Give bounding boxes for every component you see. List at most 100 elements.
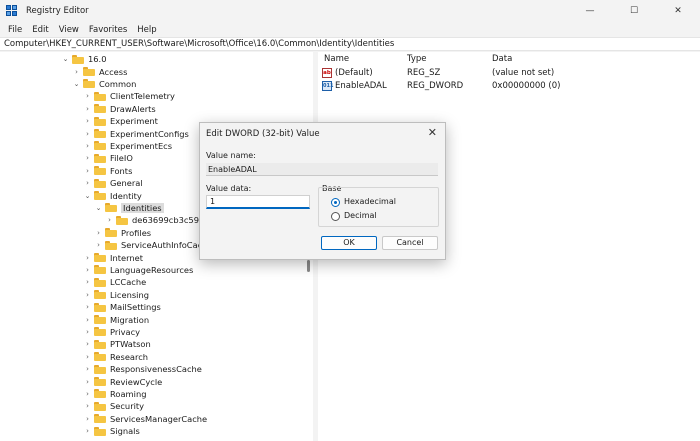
- chevron-right-icon[interactable]: ›: [83, 415, 92, 423]
- column-header-data[interactable]: Data: [492, 54, 512, 64]
- chevron-right-icon[interactable]: ›: [83, 266, 92, 274]
- chevron-right-icon[interactable]: ›: [83, 328, 92, 336]
- decimal-label[interactable]: Decimal: [344, 211, 377, 220]
- chevron-right-icon[interactable]: ›: [83, 316, 92, 324]
- ok-button[interactable]: OK: [321, 236, 377, 250]
- tree-item[interactable]: › ServicesManagerCache: [83, 413, 207, 425]
- tree-item[interactable]: › Migration: [83, 313, 149, 325]
- tree-item[interactable]: › Internet: [83, 251, 143, 263]
- tree-item[interactable]: › ExperimentConfigs: [83, 127, 189, 139]
- minimize-button[interactable]: —: [568, 0, 612, 22]
- chevron-right-icon[interactable]: ›: [83, 378, 92, 386]
- column-header-name[interactable]: Name: [324, 54, 349, 64]
- chevron-right-icon[interactable]: ›: [83, 130, 92, 138]
- tree-item-label: PTWatson: [110, 339, 151, 350]
- tree-scrollbar-thumb[interactable]: [307, 260, 310, 272]
- list-item[interactable]: ab (Default) REG_SZ (value not set): [318, 67, 700, 80]
- tree-item[interactable]: › LCCache: [83, 276, 146, 288]
- decimal-radio[interactable]: [331, 212, 340, 221]
- string-value-icon: ab: [322, 68, 332, 78]
- chevron-down-icon[interactable]: ⌄: [94, 204, 103, 212]
- folder-icon: [72, 54, 84, 64]
- address-path: Computer\HKEY_CURRENT_USER\Software\Micr…: [4, 39, 395, 49]
- dialog-title: Edit DWORD (32-bit) Value: [206, 129, 320, 139]
- tree-item[interactable]: › LanguageResources: [83, 264, 193, 276]
- chevron-right-icon[interactable]: ›: [83, 142, 92, 150]
- tree-item[interactable]: › General: [83, 177, 143, 189]
- tree-item-label: ServicesManagerCache: [110, 413, 208, 424]
- chevron-right-icon[interactable]: ›: [83, 167, 92, 175]
- chevron-right-icon[interactable]: ›: [83, 179, 92, 187]
- tree-item[interactable]: › Access: [72, 65, 127, 77]
- hexadecimal-label[interactable]: Hexadecimal: [344, 197, 396, 206]
- chevron-right-icon[interactable]: ›: [83, 154, 92, 162]
- tree-item[interactable]: › ClientTelemetry: [83, 90, 175, 102]
- chevron-right-icon[interactable]: ›: [83, 105, 92, 113]
- tree-item-label: Roaming: [110, 388, 147, 399]
- maximize-button[interactable]: ☐: [612, 0, 656, 22]
- tree-item[interactable]: › PTWatson: [83, 338, 151, 350]
- hexadecimal-radio[interactable]: [331, 198, 340, 207]
- chevron-right-icon[interactable]: ›: [83, 117, 92, 125]
- chevron-right-icon[interactable]: ›: [94, 229, 103, 237]
- chevron-down-icon[interactable]: ⌄: [61, 55, 70, 63]
- folder-icon: [94, 327, 106, 337]
- cancel-button[interactable]: Cancel: [382, 236, 438, 250]
- value-name-field: EnableADAL: [206, 163, 438, 176]
- tree-item[interactable]: › Security: [83, 400, 144, 412]
- tree-item[interactable]: › Experiment: [83, 115, 158, 127]
- tree-item[interactable]: › DrawAlerts: [83, 103, 156, 115]
- chevron-right-icon[interactable]: ›: [83, 278, 92, 286]
- chevron-right-icon[interactable]: ›: [83, 291, 92, 299]
- tree-item[interactable]: ⌄ Identity: [83, 189, 142, 201]
- tree-item[interactable]: ⌄ 16.0: [61, 53, 107, 65]
- chevron-right-icon[interactable]: ›: [83, 254, 92, 262]
- value-type: REG_SZ: [407, 68, 441, 78]
- menu-view[interactable]: View: [55, 25, 83, 35]
- tree-item[interactable]: › ExperimentEcs: [83, 140, 172, 152]
- chevron-right-icon[interactable]: ›: [83, 303, 92, 311]
- folder-icon: [105, 240, 117, 250]
- dialog-close-button[interactable]: ✕: [428, 126, 437, 139]
- menu-file[interactable]: File: [4, 25, 26, 35]
- chevron-right-icon[interactable]: ›: [72, 68, 81, 76]
- menu-favorites[interactable]: Favorites: [85, 25, 131, 35]
- chevron-right-icon[interactable]: ›: [83, 340, 92, 348]
- value-data-input[interactable]: 1: [206, 195, 310, 209]
- chevron-right-icon[interactable]: ›: [105, 216, 114, 224]
- close-window-button[interactable]: ✕: [656, 0, 700, 22]
- tree-item[interactable]: › Signals: [83, 425, 140, 437]
- chevron-right-icon[interactable]: ›: [83, 402, 92, 410]
- tree-item[interactable]: ⌄ Common: [72, 78, 137, 90]
- chevron-right-icon[interactable]: ›: [94, 241, 103, 249]
- tree-item-label: Signals: [110, 426, 140, 437]
- tree-item[interactable]: › Roaming: [83, 388, 146, 400]
- chevron-down-icon[interactable]: ⌄: [83, 192, 92, 200]
- chevron-right-icon[interactable]: ›: [83, 353, 92, 361]
- list-item[interactable]: 011 EnableADAL REG_DWORD 0x00000000 (0): [318, 80, 700, 93]
- address-bar[interactable]: Computer\HKEY_CURRENT_USER\Software\Micr…: [0, 37, 700, 51]
- tree-item[interactable]: › ReviewCycle: [83, 375, 162, 387]
- tree-item[interactable]: › Fonts: [83, 165, 132, 177]
- chevron-right-icon[interactable]: ›: [83, 365, 92, 373]
- tree-item[interactable]: › Research: [83, 351, 148, 363]
- tree-item[interactable]: › Licensing: [83, 289, 149, 301]
- tree-item[interactable]: › ResponsivenessCache: [83, 363, 202, 375]
- menu-help[interactable]: Help: [133, 25, 160, 35]
- tree-item[interactable]: › Privacy: [83, 326, 140, 338]
- folder-icon: [94, 265, 106, 275]
- chevron-right-icon[interactable]: ›: [83, 427, 92, 435]
- tree-item[interactable]: › FileIO: [83, 152, 133, 164]
- tree-item[interactable]: › MailSettings: [83, 301, 161, 313]
- chevron-right-icon[interactable]: ›: [83, 92, 92, 100]
- tree-item[interactable]: › ServiceAuthInfoCache: [94, 239, 213, 251]
- chevron-down-icon[interactable]: ⌄: [72, 80, 81, 88]
- column-header-type[interactable]: Type: [407, 54, 427, 64]
- menu-edit[interactable]: Edit: [28, 25, 52, 35]
- chevron-right-icon[interactable]: ›: [83, 390, 92, 398]
- tree-item[interactable]: ⌄ Identities: [94, 202, 164, 214]
- tree-item[interactable]: › de63699cb3c597e: [105, 214, 209, 226]
- tree-item[interactable]: › Profiles: [94, 227, 151, 239]
- tree-item-label: ReviewCycle: [110, 376, 163, 387]
- folder-icon: [116, 215, 128, 225]
